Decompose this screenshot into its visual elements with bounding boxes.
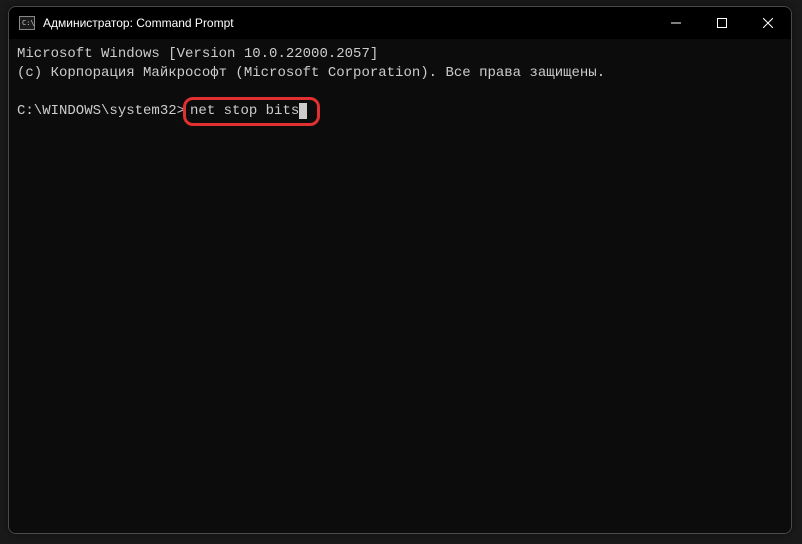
titlebar[interactable]: C:\ Администратор: Command Prompt (9, 7, 791, 39)
window-controls (653, 7, 791, 39)
command-highlight: net stop bits (183, 97, 320, 126)
prompt-line: C:\WINDOWS\system32> net stop bits (17, 97, 783, 126)
minimize-icon (671, 18, 681, 28)
cursor-icon (299, 103, 307, 119)
prompt-text: C:\WINDOWS\system32> (17, 102, 185, 121)
minimize-button[interactable] (653, 7, 699, 39)
cmd-icon: C:\ (19, 16, 35, 30)
svg-text:C:\: C:\ (22, 19, 35, 27)
maximize-icon (717, 18, 727, 28)
copyright-line: (c) Корпорация Майкрософт (Microsoft Cor… (17, 64, 783, 83)
window-title: Администратор: Command Prompt (43, 16, 234, 30)
terminal-area[interactable]: Microsoft Windows [Version 10.0.22000.20… (9, 39, 791, 533)
maximize-button[interactable] (699, 7, 745, 39)
close-button[interactable] (745, 7, 791, 39)
command-prompt-window: C:\ Администратор: Command Prompt (8, 6, 792, 534)
version-line: Microsoft Windows [Version 10.0.22000.20… (17, 45, 783, 64)
close-icon (763, 18, 773, 28)
command-text: net stop bits (190, 103, 299, 119)
titlebar-left: C:\ Администратор: Command Prompt (19, 16, 234, 30)
